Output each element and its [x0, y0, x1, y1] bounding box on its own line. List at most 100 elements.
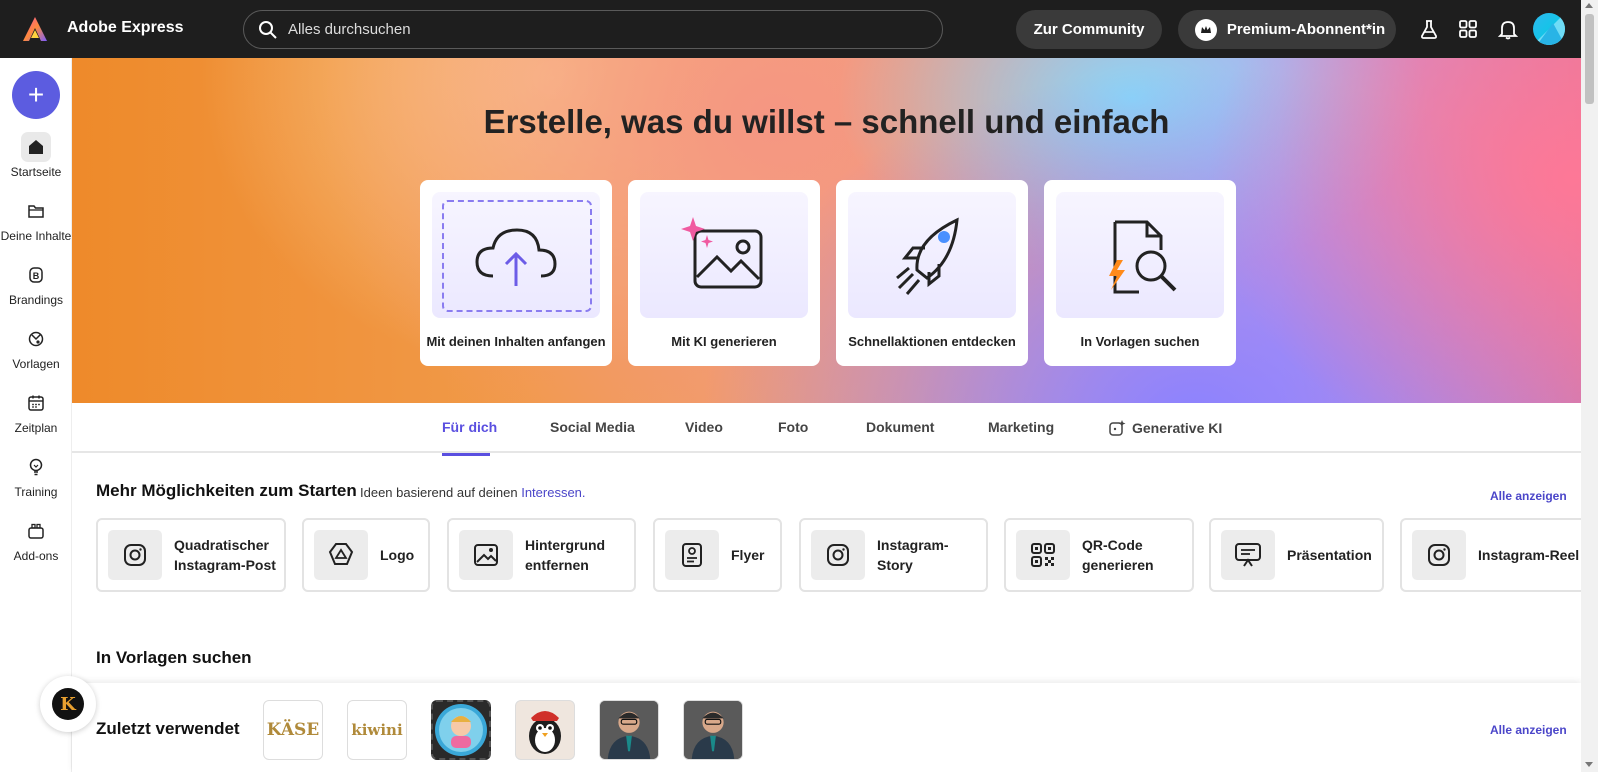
create-new-button[interactable]: +: [12, 71, 60, 119]
home-icon: [29, 140, 43, 154]
floating-k-badge[interactable]: K: [40, 676, 96, 732]
folder-icon: [28, 205, 44, 218]
recently-used-show-all-link[interactable]: Alle anzeigen: [1490, 723, 1567, 737]
user-avatar[interactable]: [1533, 13, 1565, 45]
sidebar-item-your-content[interactable]: Deine Inhalte: [0, 196, 72, 243]
quick-action-remove-background[interactable]: Hintergrund entfernen: [447, 518, 636, 592]
lightbulb-icon: [29, 458, 43, 476]
quick-action-square-instagram-post[interactable]: Quadratischer Instagram-Post: [96, 518, 286, 592]
portrait-image: [600, 701, 658, 759]
quick-actions-card[interactable]: Schnellaktionen entdecken: [836, 180, 1028, 366]
sidebar-item-label: Add-ons: [13, 549, 59, 563]
search-bar[interactable]: [243, 10, 943, 49]
community-button[interactable]: Zur Community: [1016, 10, 1162, 49]
apps-grid-icon[interactable]: [1457, 18, 1479, 40]
tab-label: Generative KI: [1132, 420, 1223, 436]
quick-action-presentation[interactable]: Präsentation: [1209, 518, 1384, 592]
quick-start-show-all-link[interactable]: Alle anzeigen: [1490, 489, 1567, 503]
scroll-thumb[interactable]: [1585, 14, 1594, 104]
search-templates-card[interactable]: In Vorlagen suchen: [1044, 180, 1236, 366]
sidebar-item-templates[interactable]: Vorlagen: [0, 324, 72, 371]
quick-start-title: Mehr Möglichkeiten zum Starten: [96, 481, 357, 500]
bell-icon[interactable]: [1497, 18, 1519, 40]
instagram-icon: [124, 544, 146, 566]
tab-document[interactable]: Dokument: [866, 419, 934, 435]
tab-generative-ai[interactable]: Generative KI: [1108, 419, 1222, 437]
cartoon-character-image: [435, 704, 487, 756]
flyer-icon: [682, 543, 702, 567]
quick-action-label: Hintergrund entfernen: [525, 537, 606, 573]
quick-action-label: Quadratischer Instagram-Post: [174, 537, 276, 573]
recent-item-portrait-1[interactable]: [599, 700, 659, 760]
sidebar-item-schedule[interactable]: Zeitplan: [0, 388, 72, 435]
card-label: Mit deinen Inhalten anfangen: [426, 334, 606, 349]
rocket-icon: [896, 217, 959, 295]
svg-text:B: B: [33, 271, 40, 281]
quick-action-instagram-story[interactable]: Instagram-Story: [799, 518, 988, 592]
portrait-image: [684, 701, 742, 759]
sidebar-item-label: Startseite: [10, 165, 62, 179]
sidebar-item-brandings[interactable]: B Brandings: [0, 260, 72, 307]
quick-action-label: Instagram-Story: [877, 537, 949, 573]
recent-item-character-badge[interactable]: [431, 700, 491, 760]
recent-item-portrait-2[interactable]: [683, 700, 743, 760]
card-label: In Vorlagen suchen: [1080, 334, 1200, 349]
active-tab-indicator: [442, 453, 490, 456]
app-title[interactable]: Adobe Express: [67, 19, 183, 37]
sidebar-item-label: Vorlagen: [12, 357, 60, 371]
quick-action-logo[interactable]: Logo: [302, 518, 430, 592]
cloud-upload-icon: [475, 228, 557, 286]
recent-item-kaese[interactable]: KÄSE: [263, 700, 323, 760]
search-input[interactable]: [288, 21, 928, 38]
interests-link[interactable]: Interessen.: [521, 485, 585, 500]
instagram-icon: [827, 544, 849, 566]
premium-label: Premium-Abonnent*in: [1226, 21, 1386, 38]
flask-icon[interactable]: [1418, 18, 1440, 40]
quick-start-subtitle: Ideen basierend auf deinen Interessen.: [360, 485, 586, 500]
brand-icon: B: [29, 267, 43, 283]
subtitle-text: Ideen basierend auf deinen: [360, 485, 518, 500]
template-search-icon: [1109, 220, 1177, 294]
search-icon: [259, 20, 277, 39]
quick-action-flyer[interactable]: Flyer: [653, 518, 782, 592]
sidebar-item-addons[interactable]: Add-ons: [0, 516, 72, 563]
adobe-express-logo-icon[interactable]: [22, 16, 48, 42]
sidebar-item-home[interactable]: Startseite: [0, 132, 72, 179]
tab-for-you[interactable]: Für dich: [442, 419, 497, 435]
templates-icon: [28, 331, 44, 347]
sidebar: + Startseite Deine Inhalte B Brandings V…: [0, 58, 72, 772]
presentation-icon: [1235, 543, 1261, 567]
penguin-image: [529, 711, 561, 754]
qr-code-icon: [1031, 543, 1055, 567]
category-tabs: Für dich Social Media Video Foto Dokumen…: [72, 403, 1581, 456]
tab-social-media[interactable]: Social Media: [550, 419, 635, 435]
calendar-icon: [28, 395, 44, 411]
ai-image-icon: [681, 217, 763, 289]
quick-action-label: Präsentation: [1287, 547, 1372, 563]
sidebar-item-label: Deine Inhalte: [0, 229, 72, 243]
recently-used-panel: Zuletzt verwendet KÄSE kiwini Alle anzei…: [72, 683, 1581, 772]
sidebar-item-training[interactable]: Training: [0, 452, 72, 499]
tab-photo[interactable]: Foto: [778, 419, 808, 435]
generate-with-ai-card[interactable]: Mit KI generieren: [628, 180, 820, 366]
quick-action-qr-code[interactable]: QR-Code generieren: [1004, 518, 1194, 592]
scroll-up-arrow-icon[interactable]: [1585, 3, 1593, 8]
k-logo-icon: K: [52, 688, 84, 720]
plus-icon: +: [27, 79, 45, 110]
page-scrollbar[interactable]: [1581, 0, 1598, 772]
top-bar: Adobe Express Zur Community Premium-Abon…: [0, 0, 1598, 58]
start-with-content-card[interactable]: Mit deinen Inhalten anfangen: [420, 180, 612, 366]
scroll-down-arrow-icon[interactable]: [1585, 762, 1593, 767]
recent-item-penguin[interactable]: [515, 700, 575, 760]
tab-marketing[interactable]: Marketing: [988, 419, 1054, 435]
hero-title: Erstelle, was du willst – schnell und ei…: [483, 103, 1170, 140]
recent-item-kiwini[interactable]: kiwini: [347, 700, 407, 760]
recently-used-title: Zuletzt verwendet: [96, 719, 240, 738]
premium-button[interactable]: Premium-Abonnent*in: [1178, 10, 1396, 49]
recent-item-label: KÄSE: [266, 720, 320, 740]
remove-background-icon: [474, 544, 498, 566]
template-search-title: In Vorlagen suchen: [96, 648, 252, 667]
logo-icon: [328, 543, 354, 565]
tab-video[interactable]: Video: [685, 419, 723, 435]
quick-action-instagram-reel[interactable]: Instagram-Reel: [1400, 518, 1581, 592]
